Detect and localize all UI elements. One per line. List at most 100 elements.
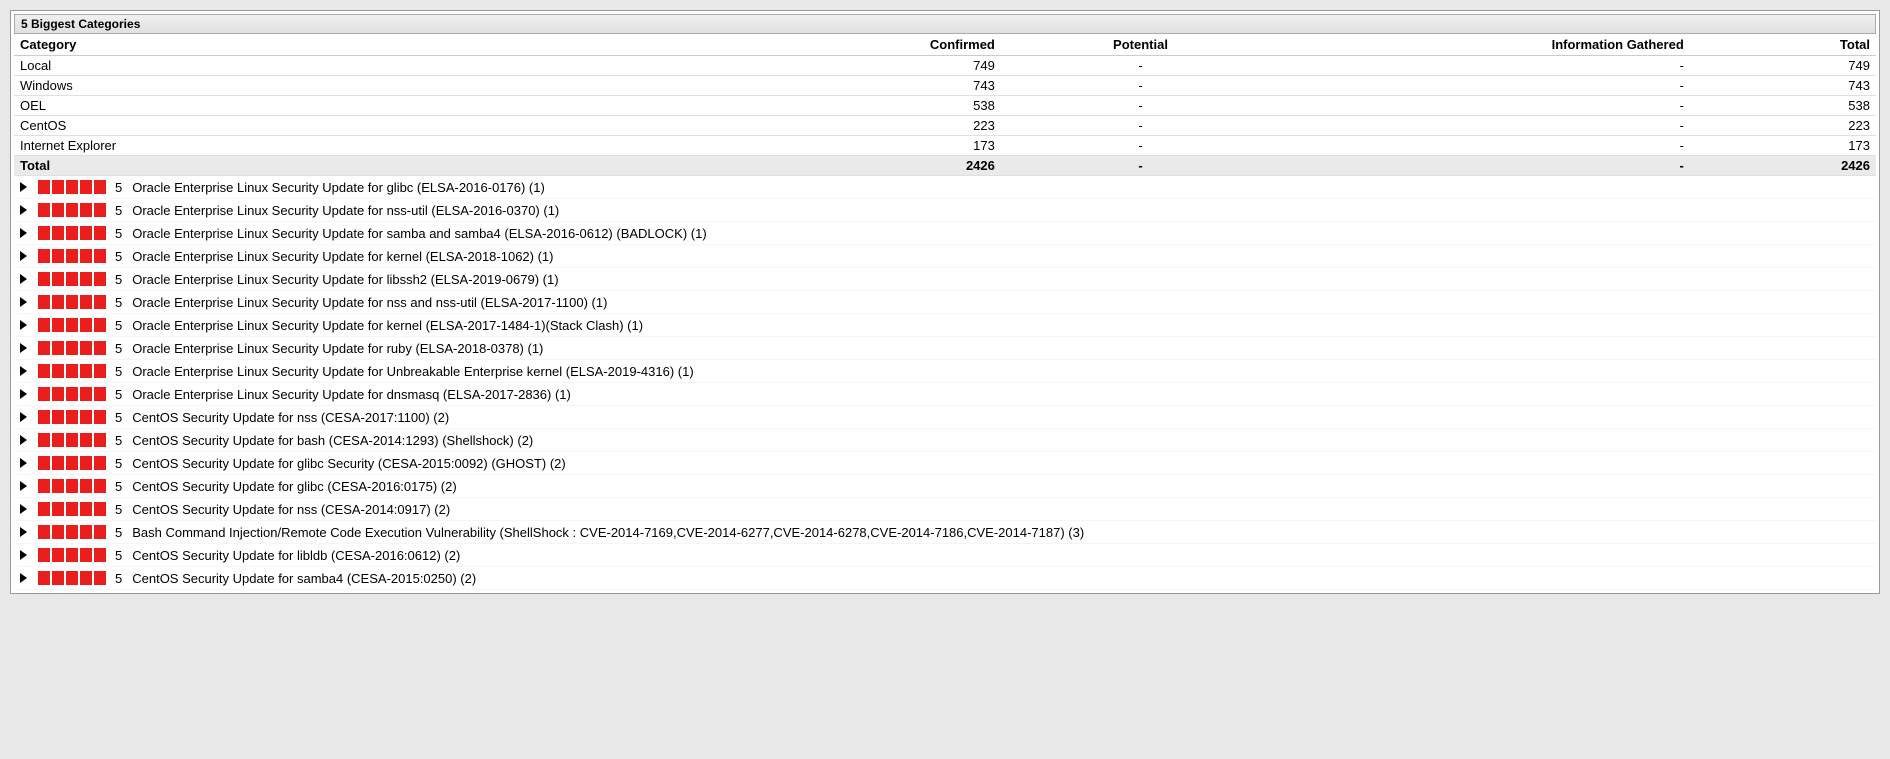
severity-brick-icon [37, 271, 51, 287]
expand-icon[interactable] [20, 274, 27, 284]
vulnerability-row[interactable]: 5Oracle Enterprise Linux Security Update… [14, 245, 1876, 268]
severity-bar [37, 363, 107, 379]
vulnerability-row[interactable]: 5Oracle Enterprise Linux Security Update… [14, 199, 1876, 222]
severity-brick-icon [93, 570, 107, 586]
severity-brick-icon [37, 248, 51, 264]
vulnerability-row[interactable]: 5CentOS Security Update for bash (CESA-2… [14, 429, 1876, 452]
severity-level: 5 [115, 295, 122, 310]
category-potential: - [1001, 136, 1280, 156]
expand-icon[interactable] [20, 527, 27, 537]
severity-brick-icon [37, 179, 51, 195]
expand-icon[interactable] [20, 550, 27, 560]
expand-icon[interactable] [20, 251, 27, 261]
expand-icon[interactable] [20, 205, 27, 215]
expand-icon[interactable] [20, 389, 27, 399]
expand-icon[interactable] [20, 320, 27, 330]
vulnerability-title: Oracle Enterprise Linux Security Update … [132, 272, 1870, 287]
expand-icon[interactable] [20, 435, 27, 445]
vulnerability-row[interactable]: 5CentOS Security Update for glibc Securi… [14, 452, 1876, 475]
vulnerability-row[interactable]: 5Oracle Enterprise Linux Security Update… [14, 360, 1876, 383]
severity-brick-icon [65, 386, 79, 402]
table-row: CentOS223--223 [14, 116, 1876, 136]
severity-bar [37, 478, 107, 494]
severity-brick-icon [51, 271, 65, 287]
category-confirmed: 223 [722, 116, 1001, 136]
vulnerability-row[interactable]: 5CentOS Security Update for glibc (CESA-… [14, 475, 1876, 498]
vulnerability-row[interactable]: 5CentOS Security Update for nss (CESA-20… [14, 406, 1876, 429]
severity-brick-icon [51, 340, 65, 356]
totals-label: Total [14, 156, 722, 176]
expand-icon[interactable] [20, 182, 27, 192]
severity-brick-icon [51, 294, 65, 310]
severity-brick-icon [37, 478, 51, 494]
vulnerability-row[interactable]: 5CentOS Security Update for libldb (CESA… [14, 544, 1876, 567]
vulnerability-title: Oracle Enterprise Linux Security Update … [132, 364, 1870, 379]
vulnerability-row[interactable]: 5Oracle Enterprise Linux Security Update… [14, 337, 1876, 360]
expand-icon[interactable] [20, 228, 27, 238]
severity-brick-icon [37, 501, 51, 517]
severity-brick-icon [79, 478, 93, 494]
vulnerability-row[interactable]: 5CentOS Security Update for nss (CESA-20… [14, 498, 1876, 521]
category-potential: - [1001, 76, 1280, 96]
severity-level: 5 [115, 226, 122, 241]
expand-icon[interactable] [20, 366, 27, 376]
severity-brick-icon [65, 179, 79, 195]
vulnerability-row[interactable]: 5 CentOS Security Update for samba4 (CESA… [14, 567, 1876, 590]
severity-level: 5 [115, 571, 122, 586]
severity-level: 5 [115, 433, 122, 448]
severity-brick-icon [93, 225, 107, 241]
severity-bar [37, 524, 107, 540]
severity-brick-icon [37, 225, 51, 241]
severity-brick-icon [93, 340, 107, 356]
vulnerability-row[interactable]: 5Oracle Enterprise Linux Security Update… [14, 176, 1876, 199]
expand-icon[interactable] [20, 573, 27, 583]
severity-brick-icon [65, 409, 79, 425]
vulnerability-title: Oracle Enterprise Linux Security Update … [132, 387, 1870, 402]
severity-brick-icon [51, 432, 65, 448]
category-name: Windows [14, 76, 722, 96]
severity-level: 5 [115, 180, 122, 195]
vulnerability-title: CentOS Security Update for glibc Securit… [132, 456, 1870, 471]
severity-bar [37, 386, 107, 402]
severity-brick-icon [93, 524, 107, 540]
severity-bar [37, 547, 107, 563]
severity-brick-icon [65, 478, 79, 494]
table-row: Windows743--743 [14, 76, 1876, 96]
category-info: - [1280, 96, 1690, 116]
totals-potential: - [1001, 156, 1280, 176]
expand-icon[interactable] [20, 297, 27, 307]
vulnerability-row[interactable]: 5Oracle Enterprise Linux Security Update… [14, 291, 1876, 314]
severity-level: 5 [115, 502, 122, 517]
vulnerability-title: CentOS Security Update for libldb (CESA-… [132, 548, 1870, 563]
vulnerability-row[interactable]: 5Oracle Enterprise Linux Security Update… [14, 268, 1876, 291]
vulnerability-title: Oracle Enterprise Linux Security Update … [132, 341, 1870, 356]
vulnerability-row[interactable]: 5Oracle Enterprise Linux Security Update… [14, 383, 1876, 406]
severity-brick-icon [37, 455, 51, 471]
vulnerability-title: CentOS Security Update for glibc (CESA-2… [132, 479, 1870, 494]
expand-icon[interactable] [20, 481, 27, 491]
severity-bar [37, 202, 107, 218]
severity-brick-icon [65, 501, 79, 517]
severity-brick-icon [79, 248, 93, 264]
vulnerability-row[interactable]: 5Bash Command Injection/Remote Code Exec… [14, 521, 1876, 544]
severity-bar [37, 570, 107, 586]
severity-brick-icon [93, 363, 107, 379]
vulnerability-row[interactable]: 5Oracle Enterprise Linux Security Update… [14, 314, 1876, 337]
severity-brick-icon [93, 179, 107, 195]
expand-icon[interactable] [20, 343, 27, 353]
vulnerability-title: CentOS Security Update for nss (CESA-201… [132, 410, 1870, 425]
vulnerability-title: CentOS Security Update for samba4 (CESA-… [132, 571, 1870, 586]
severity-brick-icon [65, 547, 79, 563]
severity-brick-icon [65, 225, 79, 241]
category-potential: - [1001, 96, 1280, 116]
category-info: - [1280, 136, 1690, 156]
category-total: 538 [1690, 96, 1876, 116]
severity-brick-icon [79, 386, 93, 402]
vulnerability-row[interactable]: 5Oracle Enterprise Linux Security Update… [14, 222, 1876, 245]
category-total: 173 [1690, 136, 1876, 156]
expand-icon[interactable] [20, 412, 27, 422]
expand-icon[interactable] [20, 458, 27, 468]
severity-brick-icon [79, 409, 93, 425]
severity-brick-icon [65, 248, 79, 264]
expand-icon[interactable] [20, 504, 27, 514]
